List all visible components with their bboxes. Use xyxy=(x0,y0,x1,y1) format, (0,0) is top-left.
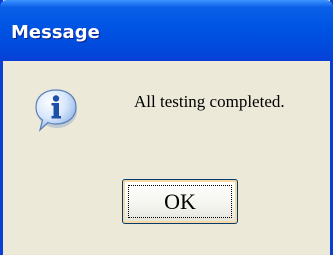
message-dialog-window: Message All testing completed. OK xyxy=(0,0,333,255)
title-bar[interactable]: Message xyxy=(0,0,333,61)
ok-button-label: OK xyxy=(164,188,196,214)
information-icon xyxy=(34,87,78,133)
dialog-body: All testing completed. OK xyxy=(3,61,330,255)
ok-button-focus-rect: OK xyxy=(128,185,232,218)
window-title: Message xyxy=(11,22,100,43)
dialog-message: All testing completed. xyxy=(134,92,285,111)
ok-button[interactable]: OK xyxy=(122,179,238,224)
